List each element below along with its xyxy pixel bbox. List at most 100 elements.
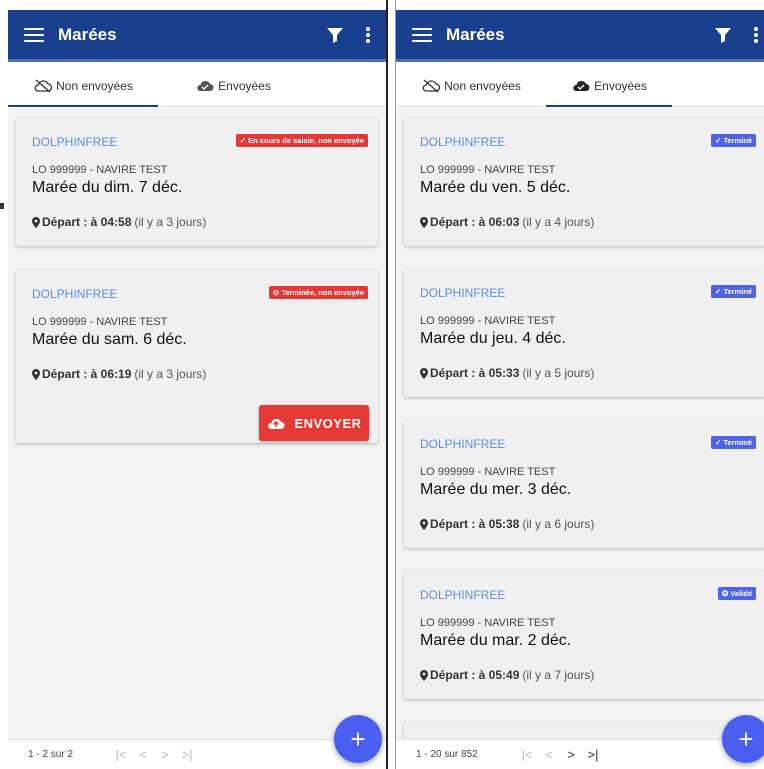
trip-card[interactable]	[404, 722, 764, 739]
screen-non-envoyees: Marées Non envoyées Envoyées DOLPHINFREE…	[8, 0, 388, 769]
trip-title: Marée du mer. 3 déc.	[420, 481, 572, 498]
departure-info: Départ : à 04:58 (il y a 3 jours)	[32, 215, 206, 229]
trip-title: Marée du mar. 2 déc.	[420, 632, 572, 649]
location-pin-icon	[32, 368, 40, 380]
vessel-registration: LO 999999 - NAVIRE TEST	[420, 466, 556, 478]
departure-time: Départ : à 06:19	[42, 367, 132, 381]
pagination-range: 1 - 20 sur 852	[416, 749, 478, 760]
tab-label: Envoyées	[594, 78, 647, 93]
vessel-registration: LO 999999 - NAVIRE TEST	[420, 315, 556, 327]
departure-relative: (il y a 7 jours)	[522, 668, 595, 682]
vessel-name[interactable]: DOLPHINFREE	[32, 287, 117, 301]
filter-icon[interactable]	[326, 26, 344, 44]
departure-time: Départ : à 06:03	[430, 215, 520, 229]
trip-title: Marée du dim. 7 déc.	[32, 179, 183, 196]
cloud-upload-icon	[268, 418, 285, 429]
status-badge: ⊙ Terminée, non envoyée	[268, 286, 368, 299]
prev-page-button[interactable]: <	[132, 747, 154, 762]
tab-envoyees[interactable]: Envoyées	[158, 65, 308, 106]
add-trip-button[interactable]: +	[722, 715, 764, 763]
trip-title: Marée du jeu. 4 déc.	[420, 330, 566, 347]
departure-relative: (il y a 5 jours)	[522, 366, 595, 380]
departure-info: Départ : à 05:49 (il y a 7 jours)	[420, 668, 594, 682]
more-options-icon[interactable]	[366, 26, 370, 43]
more-options-icon[interactable]	[754, 26, 758, 43]
screen-envoyees: Marées Non envoyées Envoyées DOLPHINFREE…	[395, 0, 764, 769]
pagination-bar: 1 - 2 sur 2 |< < > >|	[8, 739, 386, 769]
trip-list: DOLPHINFREE ✓ En cours de saisie, non en…	[8, 108, 386, 739]
departure-relative: (il y a 4 jours)	[522, 215, 595, 229]
next-page-button[interactable]: >	[154, 747, 176, 762]
departure-time: Départ : à 04:58	[42, 215, 132, 229]
tab-label: Non envoyées	[56, 78, 133, 93]
status-badge: ✓ En cours de saisie, non envoyée	[235, 134, 368, 147]
pagination-bar: 1 - 20 sur 852 |< < > >|	[396, 739, 764, 769]
location-pin-icon	[420, 216, 428, 228]
vessel-name[interactable]: DOLPHINFREE	[32, 135, 117, 149]
departure-time: Départ : à 05:38	[430, 517, 520, 531]
trip-title: Marée du ven. 5 déc.	[420, 179, 571, 196]
trip-title: Marée du sam. 6 déc.	[32, 331, 187, 348]
filter-icon[interactable]	[714, 26, 732, 44]
status-badge: ✓ Terminé	[711, 285, 756, 298]
cloud-off-icon	[34, 79, 53, 92]
send-label: ENVOYER	[294, 415, 362, 431]
send-button[interactable]: ENVOYER	[259, 405, 369, 441]
status-badge: ✓ Terminé	[711, 436, 756, 449]
vessel-registration: LO 999999 - NAVIRE TEST	[420, 617, 556, 629]
edge-marker	[0, 203, 4, 209]
tab-bar: Non envoyées Envoyées	[396, 65, 764, 107]
tab-non-envoyees[interactable]: Non envoyées	[396, 65, 546, 106]
pagination-range: 1 - 2 sur 2	[28, 749, 74, 760]
cloud-done-icon	[197, 80, 214, 91]
tab-bar: Non envoyées Envoyées	[8, 65, 386, 107]
vessel-registration: LO 999999 - NAVIRE TEST	[32, 164, 168, 176]
trip-card[interactable]: DOLPHINFREE ✓ Terminé LO 999999 - NAVIRE…	[404, 269, 764, 397]
page-title: Marées	[58, 24, 117, 44]
menu-icon[interactable]	[412, 27, 432, 42]
departure-time: Départ : à 05:33	[430, 366, 520, 380]
vessel-registration: LO 999999 - NAVIRE TEST	[32, 316, 168, 328]
prev-page-button[interactable]: <	[538, 747, 560, 762]
vessel-name[interactable]: DOLPHINFREE	[420, 437, 505, 451]
menu-icon[interactable]	[24, 27, 44, 42]
first-page-button[interactable]: |<	[110, 747, 132, 762]
departure-info: Départ : à 06:19 (il y a 3 jours)	[32, 367, 206, 381]
location-pin-icon	[420, 669, 428, 681]
last-page-button[interactable]: >|	[582, 747, 604, 762]
vessel-name[interactable]: DOLPHINFREE	[420, 286, 505, 300]
location-pin-icon	[420, 367, 428, 379]
departure-relative: (il y a 3 jours)	[134, 215, 207, 229]
departure-relative: (il y a 3 jours)	[134, 367, 207, 381]
next-page-button[interactable]: >	[560, 747, 582, 762]
tab-non-envoyees[interactable]: Non envoyées	[8, 65, 158, 107]
trip-list: DOLPHINFREE ✓ Terminé LO 999999 - NAVIRE…	[396, 108, 764, 739]
vessel-name[interactable]: DOLPHINFREE	[420, 588, 505, 602]
trip-card[interactable]: DOLPHINFREE ✓ Terminé LO 999999 - NAVIRE…	[404, 118, 764, 246]
departure-info: Départ : à 05:38 (il y a 6 jours)	[420, 517, 594, 531]
last-page-button[interactable]: >|	[176, 747, 198, 762]
page-title: Marées	[446, 24, 505, 44]
trip-card[interactable]: DOLPHINFREE ✓ En cours de saisie, non en…	[16, 118, 378, 246]
app-bar: Marées	[8, 10, 386, 62]
trip-card[interactable]: DOLPHINFREE ⊙ Terminée, non envoyée LO 9…	[16, 270, 378, 443]
vessel-name[interactable]: DOLPHINFREE	[420, 135, 505, 149]
status-badge: ✪ Validé	[717, 587, 756, 600]
cloud-done-icon	[573, 80, 590, 91]
first-page-button[interactable]: |<	[516, 747, 538, 762]
location-pin-icon	[420, 518, 428, 530]
location-pin-icon	[32, 216, 40, 228]
tab-label: Non envoyées	[444, 78, 521, 93]
app-bar: Marées	[396, 10, 764, 62]
departure-info: Départ : à 06:03 (il y a 4 jours)	[420, 215, 594, 229]
tab-envoyees[interactable]: Envoyées	[546, 65, 672, 107]
trip-card[interactable]: DOLPHINFREE ✓ Terminé LO 999999 - NAVIRE…	[404, 420, 764, 548]
vessel-registration: LO 999999 - NAVIRE TEST	[420, 164, 556, 176]
cloud-off-icon	[422, 79, 441, 92]
tab-label: Envoyées	[218, 78, 271, 93]
add-trip-button[interactable]: +	[334, 715, 382, 763]
departure-relative: (il y a 6 jours)	[522, 517, 595, 531]
departure-time: Départ : à 05:49	[430, 668, 520, 682]
departure-info: Départ : à 05:33 (il y a 5 jours)	[420, 366, 594, 380]
trip-card[interactable]: DOLPHINFREE ✪ Validé LO 999999 - NAVIRE …	[404, 571, 764, 699]
